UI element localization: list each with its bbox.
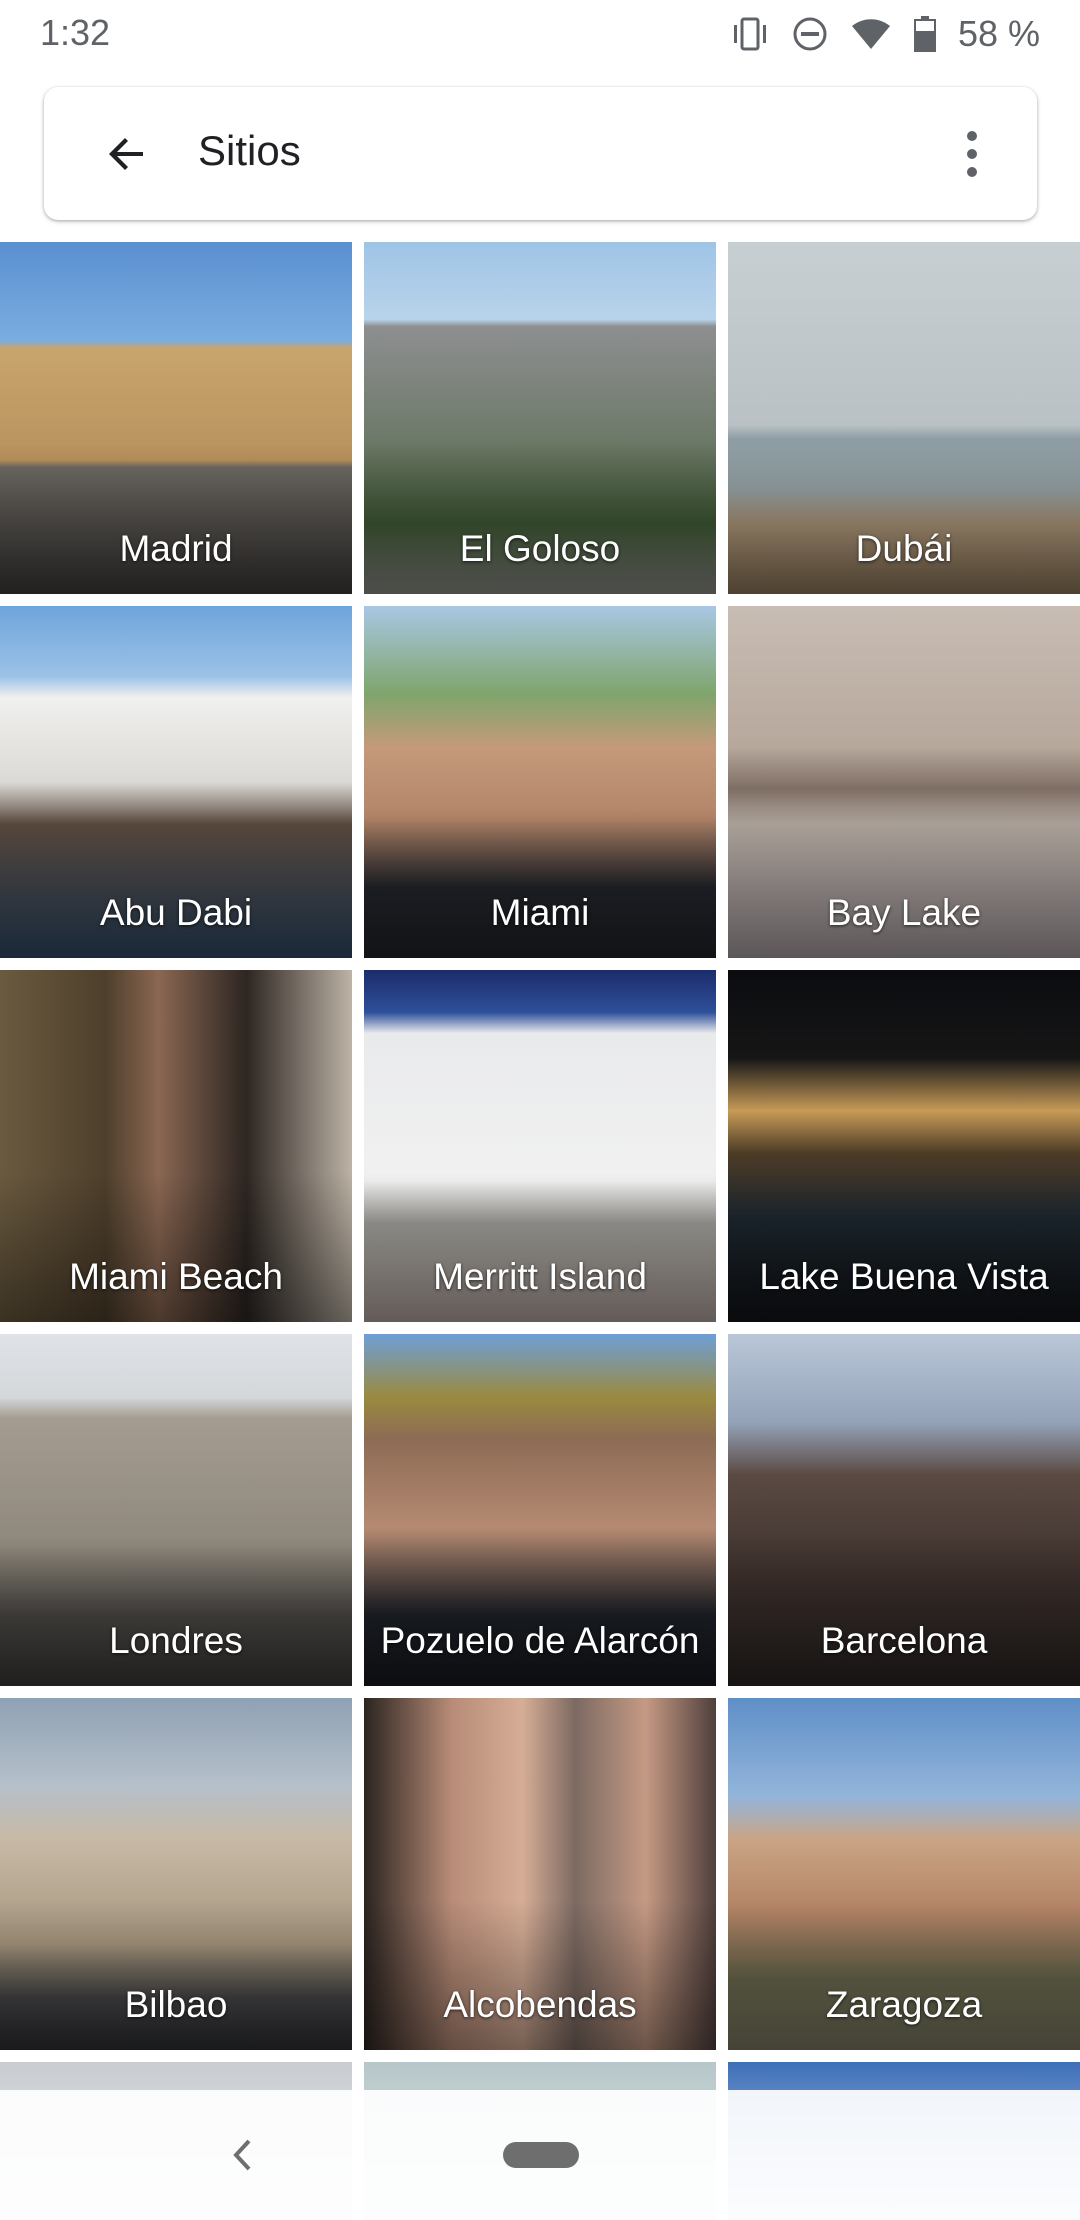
place-label: Bilbao <box>124 1984 228 2025</box>
place-label: Miami Beach <box>69 1256 283 1297</box>
place-tile-lake-buena-vista[interactable]: Lake Buena Vista <box>728 970 1080 1322</box>
place-label: Bay Lake <box>826 892 982 933</box>
place-tile-miami-beach[interactable]: Miami Beach <box>0 970 352 1322</box>
place-tile-el-goloso[interactable]: El Goloso <box>364 242 716 594</box>
place-label: Miami <box>490 892 590 933</box>
battery-percent: 58 % <box>957 13 1040 54</box>
status-time: 1:32 <box>40 12 111 53</box>
place-label: Merritt Island <box>433 1256 647 1297</box>
place-tile-barcelona[interactable]: Barcelona <box>728 1334 1080 1686</box>
chevron-left-icon <box>233 2139 251 2171</box>
place-label: Dubái <box>855 528 953 569</box>
place-label: El Goloso <box>459 528 621 569</box>
place-label: Barcelona <box>820 1620 988 1661</box>
more-options-button[interactable] <box>947 121 997 187</box>
place-tile-bilbao[interactable]: Bilbao <box>0 1698 352 2050</box>
status-icons: 58 % <box>730 12 1040 56</box>
place-tile-dubai[interactable]: Dubái <box>728 242 1080 594</box>
place-label: Lake Buena Vista <box>759 1256 1049 1297</box>
page-title: Sitios <box>198 127 301 174</box>
battery-icon <box>913 16 936 52</box>
place-tile-zaragoza[interactable]: Zaragoza <box>728 1698 1080 2050</box>
top-app-bar: Sitios <box>44 87 1037 220</box>
home-pill[interactable] <box>503 2142 579 2168</box>
place-tile-pozuelo-de-alarcon[interactable]: Pozuelo de Alarcón <box>364 1334 716 1686</box>
arrow-back-icon <box>109 138 143 170</box>
place-tile-abu-dabi[interactable]: Abu Dabi <box>0 606 352 958</box>
place-tile-merritt-island[interactable]: Merritt Island <box>364 970 716 1322</box>
place-label: Abu Dabi <box>99 892 253 933</box>
more-vert-icon <box>967 131 977 177</box>
place-label: Londres <box>109 1620 243 1661</box>
dnd-icon <box>792 16 828 52</box>
place-label: Zaragoza <box>825 1984 983 2025</box>
place-tile-madrid[interactable]: Madrid <box>0 242 352 594</box>
system-nav-bar <box>0 2090 1080 2220</box>
place-label: Pozuelo de Alarcón <box>380 1620 700 1661</box>
vibrate-icon <box>730 17 770 51</box>
place-tile-alcobendas[interactable]: Alcobendas <box>364 1698 716 2050</box>
status-bar: 1:32 58 % <box>0 0 1080 72</box>
place-label: Madrid <box>119 528 233 569</box>
place-tile-londres[interactable]: Londres <box>0 1334 352 1686</box>
place-tile-bay-lake[interactable]: Bay Lake <box>728 606 1080 958</box>
nav-back-button[interactable] <box>218 2130 268 2180</box>
place-label: Alcobendas <box>443 1984 637 2025</box>
place-tile-miami[interactable]: Miami <box>364 606 716 958</box>
wifi-icon <box>850 17 892 51</box>
back-button[interactable] <box>94 121 160 187</box>
